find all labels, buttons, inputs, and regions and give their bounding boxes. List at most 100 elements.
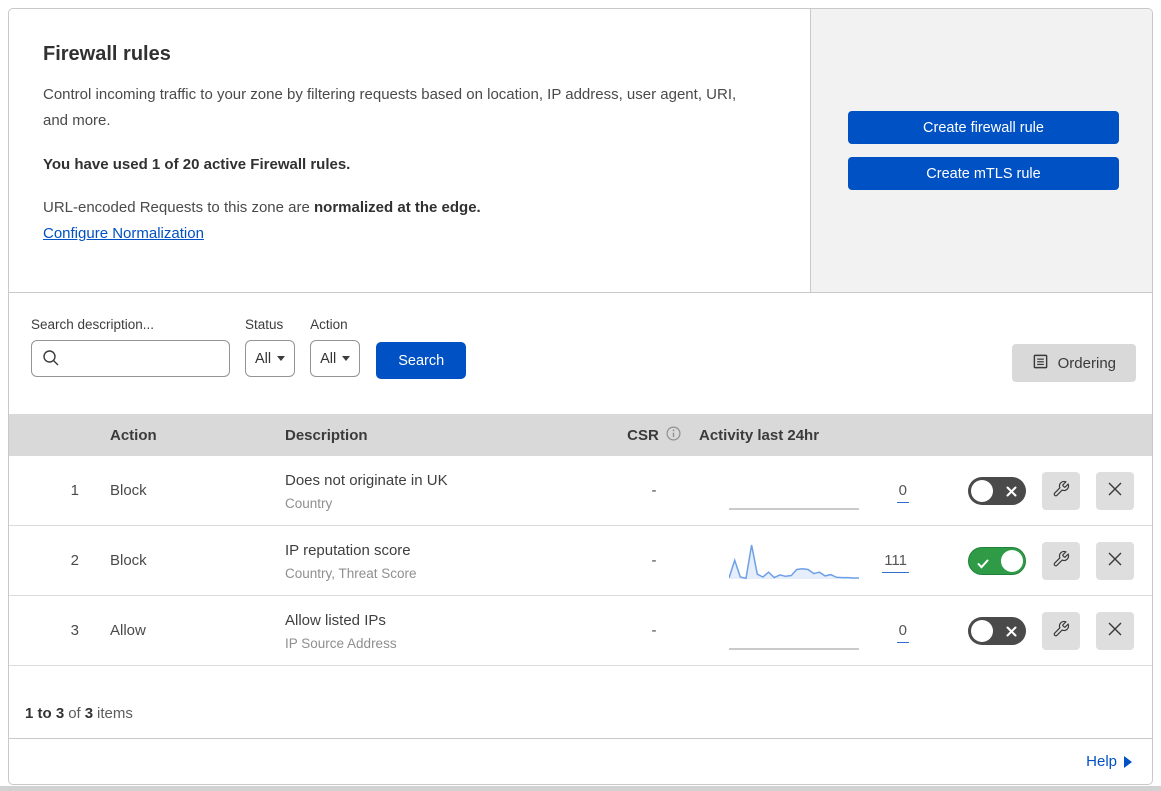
column-activity: Activity last 24hr bbox=[699, 426, 820, 444]
configure-normalization-link[interactable]: Configure Normalization bbox=[43, 225, 204, 242]
toggle-knob bbox=[971, 479, 993, 502]
actions-panel: Create firewall rule Create mTLS rule bbox=[810, 9, 1152, 292]
close-icon bbox=[1107, 551, 1123, 570]
rule-action: Allow bbox=[110, 622, 146, 639]
csr-header-label: CSR bbox=[627, 426, 659, 444]
wrench-icon bbox=[1052, 620, 1070, 641]
close-icon bbox=[1107, 481, 1123, 500]
x-icon bbox=[1006, 624, 1017, 641]
table-header: Action Description CSR Activity last 24h… bbox=[9, 414, 1152, 456]
arrow-right-icon bbox=[1124, 755, 1132, 768]
search-icon bbox=[42, 349, 60, 372]
activity-count-link[interactable]: 0 bbox=[896, 622, 909, 643]
status-label: Status bbox=[245, 317, 284, 332]
search-input[interactable] bbox=[31, 340, 230, 377]
rule-fields: Country bbox=[285, 495, 333, 511]
wrench-icon bbox=[1052, 550, 1070, 571]
search-label: Search description... bbox=[31, 317, 155, 332]
rule-action: Block bbox=[110, 482, 147, 499]
rule-controls bbox=[917, 611, 1152, 650]
rule-description-cell: IP reputation score Country, Threat Scor… bbox=[279, 541, 609, 581]
toggle-knob bbox=[971, 619, 993, 642]
edit-rule-button[interactable] bbox=[1042, 611, 1080, 650]
table-row[interactable]: 2 Block IP reputation score Country, Thr… bbox=[9, 526, 1152, 596]
column-action: Action bbox=[110, 426, 157, 444]
pagination-total: 3 bbox=[84, 704, 94, 722]
rule-activity-cell: 0 bbox=[699, 470, 917, 512]
filter-bar: Search description... Status All Action … bbox=[9, 293, 1152, 414]
page-bottom-strip bbox=[0, 786, 1161, 791]
status-select[interactable]: All bbox=[245, 340, 296, 377]
table-row[interactable]: 1 Block Does not originate in UK Country… bbox=[9, 456, 1152, 526]
list-document-icon bbox=[1032, 353, 1049, 374]
chevron-down-icon bbox=[342, 356, 351, 361]
rule-enabled-toggle[interactable] bbox=[968, 546, 1026, 575]
check-icon bbox=[977, 556, 989, 573]
rule-enabled-toggle[interactable] bbox=[968, 476, 1026, 505]
delete-rule-button[interactable] bbox=[1096, 541, 1134, 580]
x-icon bbox=[1006, 484, 1017, 501]
activity-sparkline bbox=[729, 470, 859, 512]
delete-rule-button[interactable] bbox=[1096, 611, 1134, 650]
intro-panel: Firewall rules Control incoming traffic … bbox=[9, 9, 810, 292]
rule-description: Allow listed IPs bbox=[285, 611, 386, 629]
create-mtls-rule-button[interactable]: Create mTLS rule bbox=[848, 157, 1119, 190]
rule-enabled-toggle[interactable] bbox=[968, 616, 1026, 645]
action-select[interactable]: All bbox=[310, 340, 361, 377]
help-row: Help bbox=[9, 738, 1152, 784]
action-select-value: All bbox=[320, 350, 337, 367]
firewall-rules-card: Firewall rules Control incoming traffic … bbox=[8, 8, 1153, 785]
table-row[interactable]: 3 Allow Allow listed IPs IP Source Addre… bbox=[9, 596, 1152, 666]
rule-csr: - bbox=[651, 482, 657, 499]
rule-activity-cell: 111 bbox=[699, 540, 917, 582]
action-filter-group: Action All bbox=[310, 317, 361, 377]
rule-priority: 3 bbox=[70, 622, 79, 639]
rule-csr: - bbox=[651, 552, 657, 569]
rule-description-cell: Does not originate in UK Country bbox=[279, 471, 609, 511]
normalization-note: URL-encoded Requests to this zone are no… bbox=[43, 199, 770, 216]
pagination-range: 1 to 3 bbox=[25, 704, 65, 722]
search-button[interactable]: Search bbox=[376, 342, 467, 379]
edit-rule-button[interactable] bbox=[1042, 541, 1080, 580]
toggle-knob bbox=[1001, 549, 1023, 572]
rule-controls bbox=[917, 541, 1152, 580]
edit-rule-button[interactable] bbox=[1042, 471, 1080, 510]
activity-sparkline bbox=[729, 540, 859, 582]
rule-action: Block bbox=[110, 552, 147, 569]
delete-rule-button[interactable] bbox=[1096, 471, 1134, 510]
help-link[interactable]: Help bbox=[1086, 753, 1132, 770]
rule-priority: 1 bbox=[70, 482, 79, 499]
usage-summary: You have used 1 of 20 active Firewall ru… bbox=[43, 156, 351, 173]
status-select-value: All bbox=[255, 350, 272, 367]
close-icon bbox=[1107, 621, 1123, 640]
action-label: Action bbox=[310, 317, 348, 332]
ordering-button[interactable]: Ordering bbox=[1011, 344, 1136, 382]
pagination-summary: 1 to 3 of 3 items bbox=[9, 666, 1152, 738]
create-firewall-rule-button[interactable]: Create firewall rule bbox=[848, 111, 1119, 144]
activity-count-link[interactable]: 0 bbox=[896, 482, 909, 503]
wrench-icon bbox=[1052, 480, 1070, 501]
rule-fields: IP Source Address bbox=[285, 635, 397, 651]
column-csr: CSR bbox=[609, 425, 699, 445]
normalization-bold: normalized at the edge. bbox=[314, 199, 481, 216]
activity-sparkline bbox=[729, 610, 859, 652]
rule-description-cell: Allow listed IPs IP Source Address bbox=[279, 611, 609, 651]
ordering-button-label: Ordering bbox=[1057, 354, 1116, 372]
status-filter-group: Status All bbox=[245, 317, 296, 377]
normalization-text: URL-encoded Requests to this zone are bbox=[43, 199, 314, 216]
pagination-items: items bbox=[97, 704, 133, 722]
search-group: Search description... bbox=[31, 317, 230, 377]
page-title: Firewall rules bbox=[43, 43, 171, 65]
rule-description: Does not originate in UK bbox=[285, 471, 448, 489]
column-description: Description bbox=[285, 426, 368, 444]
rule-activity-cell: 0 bbox=[699, 610, 917, 652]
info-icon[interactable] bbox=[666, 425, 681, 445]
rule-fields: Country, Threat Score bbox=[285, 565, 417, 581]
help-link-label: Help bbox=[1086, 753, 1117, 770]
activity-count-link[interactable]: 111 bbox=[882, 552, 909, 573]
page-description: Control incoming traffic to your zone by… bbox=[43, 86, 737, 129]
pagination-of: of bbox=[68, 704, 81, 722]
rule-controls bbox=[917, 471, 1152, 510]
search-box bbox=[31, 340, 230, 377]
chevron-down-icon bbox=[277, 356, 286, 361]
